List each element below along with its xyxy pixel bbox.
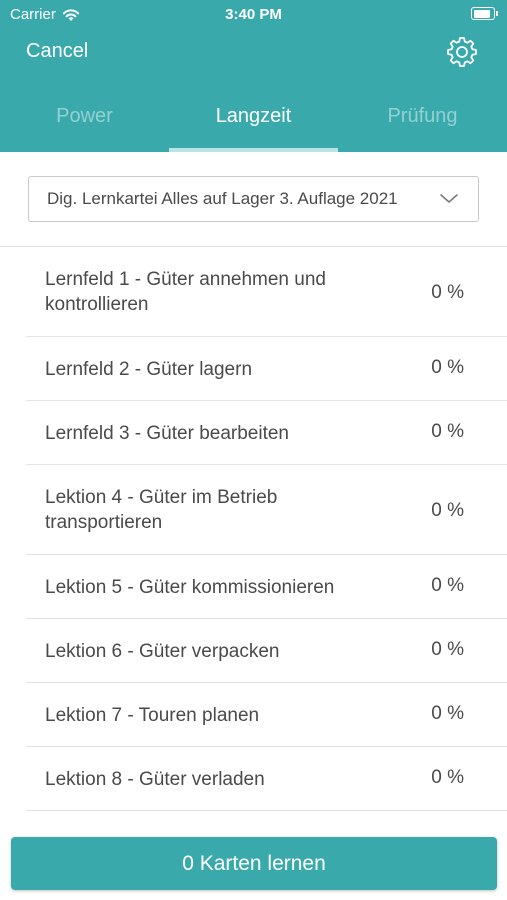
status-bar: Carrier 3:40 PM: [0, 0, 507, 28]
deck-selector-value: Dig. Lernkartei Alles auf Lager 3. Aufla…: [47, 189, 398, 208]
tab-langzeit[interactable]: Langzeit: [169, 96, 338, 152]
learn-cards-button[interactable]: 0 Karten lernen: [11, 837, 497, 890]
list-item[interactable]: Lernfeld 3 - Güter bearbeiten 0 %: [0, 401, 507, 465]
list-item-percent: 0 %: [431, 282, 464, 303]
list-item-label: Lektion 7 - Touren planen: [45, 705, 260, 726]
list-item-label: Lektion 8 - Güter verladen: [45, 769, 265, 790]
status-time: 3:40 PM: [225, 6, 282, 23]
tab-langzeit-label: Langzeit: [215, 105, 292, 127]
list-item[interactable]: Lernfeld 2 - Güter lagern 0 %: [0, 337, 507, 401]
list-item-percent: 0 %: [431, 421, 464, 442]
row-divider: [26, 810, 507, 811]
list-item-label: Lektion 5 - Güter kommissionieren: [45, 577, 335, 598]
list-item-label: Lektion 4 - Güter im Betrieb transportie…: [45, 487, 278, 533]
active-tab-indicator: [169, 148, 338, 152]
app-header: Carrier 3:40 PM Cancel Power Langzeit Pr…: [0, 0, 507, 152]
nav-bar: Cancel: [0, 30, 507, 76]
tab-bar: Power Langzeit Prüfung: [0, 96, 507, 152]
list-item[interactable]: Lektion 4 - Güter im Betrieb transportie…: [0, 465, 507, 555]
tab-power-label: Power: [56, 105, 113, 127]
tab-pruefung-label: Prüfung: [387, 105, 458, 127]
learn-cards-button-label: 0 Karten lernen: [182, 851, 326, 875]
list-item-percent: 0 %: [431, 767, 464, 788]
list-item-label: Lektion 6 - Güter verpacken: [45, 641, 280, 662]
list-item-percent: 0 %: [431, 357, 464, 378]
list-item-percent: 0 %: [431, 703, 464, 724]
list-item-label: Lernfeld 3 - Güter bearbeiten: [45, 423, 289, 444]
list-item[interactable]: Lektion 7 - Touren planen 0 %: [0, 683, 507, 747]
lesson-list: Lernfeld 1 - Güter annehmen und kontroll…: [0, 247, 507, 811]
list-item[interactable]: Lernfeld 1 - Güter annehmen und kontroll…: [0, 247, 507, 337]
deck-selector[interactable]: Dig. Lernkartei Alles auf Lager 3. Aufla…: [28, 176, 479, 222]
list-item-percent: 0 %: [431, 639, 464, 660]
list-item-label: Lernfeld 1 - Güter annehmen und kontroll…: [45, 269, 326, 315]
list-item-percent: 0 %: [431, 500, 464, 521]
list-item[interactable]: Lektion 8 - Güter verladen 0 %: [0, 747, 507, 811]
list-item-label: Lernfeld 2 - Güter lagern: [45, 359, 253, 380]
battery-icon: [471, 7, 498, 20]
list-item[interactable]: Lektion 5 - Güter kommissionieren 0 %: [0, 555, 507, 619]
tab-power[interactable]: Power: [0, 96, 169, 152]
cancel-button[interactable]: Cancel: [26, 40, 88, 63]
tab-pruefung[interactable]: Prüfung: [338, 96, 507, 152]
list-item[interactable]: Lektion 6 - Güter verpacken 0 %: [0, 619, 507, 683]
chevron-down-icon: [440, 194, 458, 203]
gear-icon[interactable]: [446, 36, 478, 68]
list-item-percent: 0 %: [431, 575, 464, 596]
